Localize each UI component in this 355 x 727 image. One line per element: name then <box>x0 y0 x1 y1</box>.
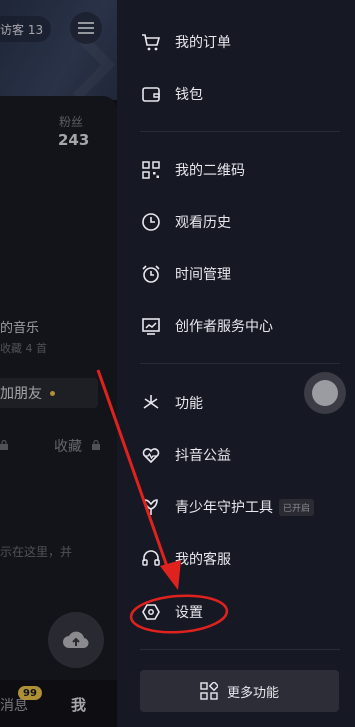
drawer-item-wallet[interactable]: 钱包 <box>140 79 350 109</box>
sparkle-icon <box>140 392 162 414</box>
cart-icon <box>140 31 162 53</box>
assistive-touch-icon <box>312 380 338 406</box>
dim-overlay[interactable] <box>0 0 117 727</box>
drawer-item-history[interactable]: 观看历史 <box>140 207 350 237</box>
more-features-label: 更多功能 <box>226 685 279 701</box>
chart-icon <box>140 315 162 337</box>
grid-plus-icon <box>200 682 218 700</box>
drawer-item-qrcode[interactable]: 我的二维码 <box>140 155 350 185</box>
drawer-item-label: 我的订单 <box>175 35 231 51</box>
drawer-item-time-management[interactable]: 时间管理 <box>140 259 350 289</box>
drawer-item-label: 我的客服 <box>175 552 231 568</box>
more-features-button[interactable]: 更多功能 <box>140 670 339 712</box>
status-badge: 已开启 <box>279 498 315 516</box>
settings-hex-icon <box>140 601 162 623</box>
side-drawer: 我的订单 钱包 我的二维码 观看历史 时间管理 创作者服务中心 功能 抖音公益 … <box>117 0 355 727</box>
drawer-item-settings[interactable]: 设置 <box>140 597 350 627</box>
profile-background-page: 访客 13 粉丝 243 的音乐 收藏 4 首 加朋友 收藏 示在这里，并 消息… <box>0 0 117 727</box>
drawer-item-label: 抖音公益 <box>175 448 231 464</box>
drawer-item-customer-service[interactable]: 我的客服 <box>140 544 350 574</box>
floating-assistive-button[interactable] <box>304 372 346 414</box>
drawer-divider <box>140 649 340 650</box>
drawer-item-youth-guard[interactable]: 青少年守护工具 已开启 <box>140 492 350 522</box>
drawer-item-label: 设置 <box>175 605 203 621</box>
headset-icon <box>140 548 162 570</box>
wallet-icon <box>140 83 162 105</box>
drawer-item-orders[interactable]: 我的订单 <box>140 27 350 57</box>
drawer-item-label: 我的二维码 <box>175 163 245 179</box>
alarm-icon <box>140 263 162 285</box>
drawer-item-label: 时间管理 <box>175 267 231 283</box>
drawer-divider <box>140 363 340 364</box>
drawer-item-label: 创作者服务中心 <box>175 319 273 335</box>
drawer-item-label: 功能 <box>175 396 203 412</box>
drawer-item-creator-center[interactable]: 创作者服务中心 <box>140 311 350 341</box>
drawer-item-label: 青少年守护工具 <box>175 500 273 516</box>
clock-icon <box>140 211 162 233</box>
heart-pulse-icon <box>140 444 162 466</box>
qrcode-icon <box>140 159 162 181</box>
drawer-item-label: 钱包 <box>175 87 203 103</box>
drawer-item-label: 观看历史 <box>175 215 231 231</box>
youth-guard-icon <box>140 496 162 518</box>
drawer-divider <box>140 131 340 132</box>
drawer-item-charity[interactable]: 抖音公益 <box>140 440 350 470</box>
